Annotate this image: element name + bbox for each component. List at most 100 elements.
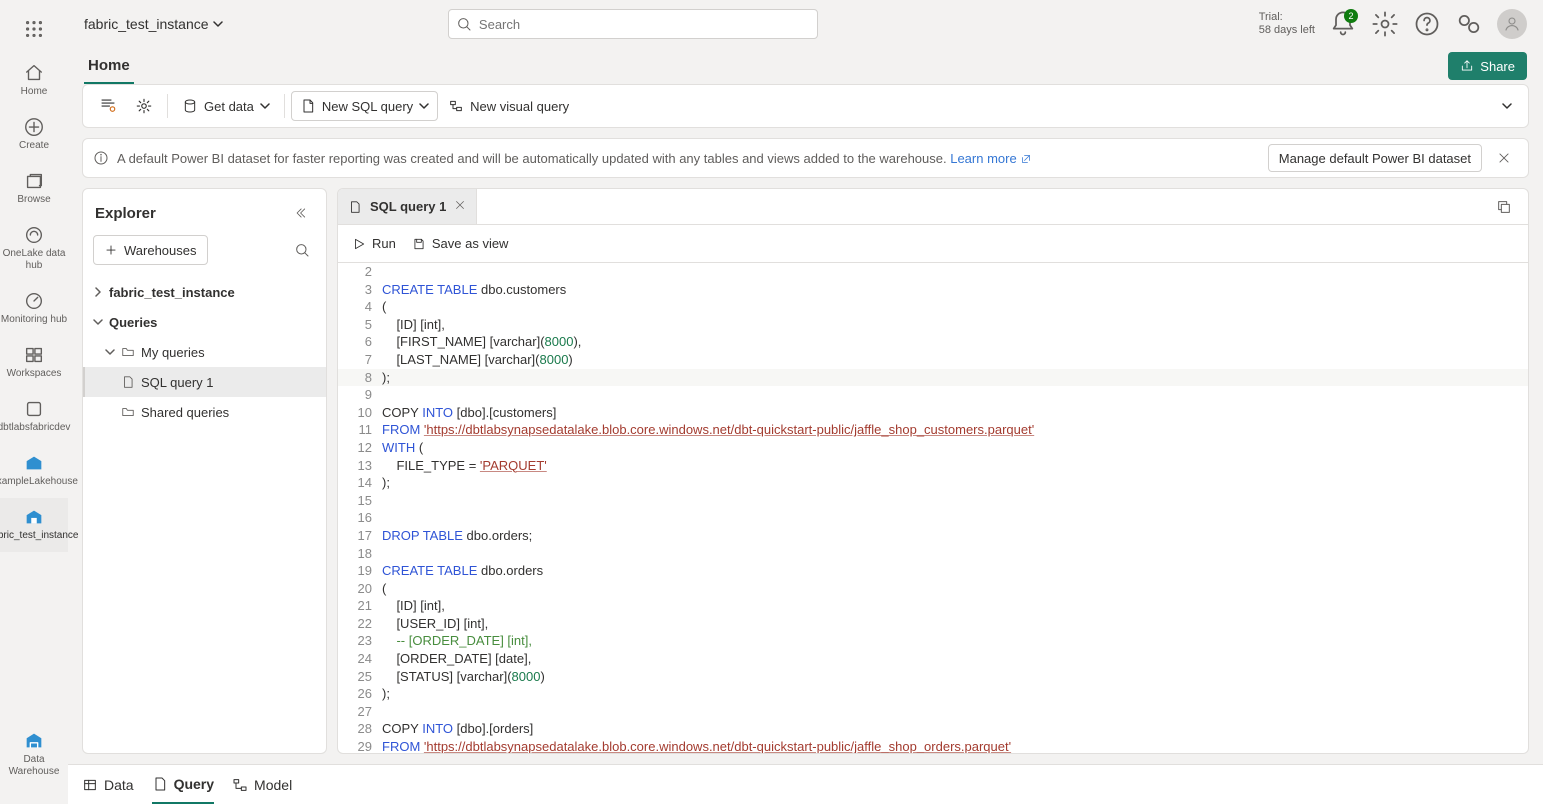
search-icon: [294, 242, 310, 258]
save-icon: [412, 237, 426, 251]
app-launcher-icon[interactable]: [0, 14, 68, 54]
breadcrumb[interactable]: fabric_test_instance: [84, 16, 223, 32]
code-line: 16: [338, 509, 1528, 527]
footer-tab-query[interactable]: Query: [152, 765, 214, 804]
footer-tab-model[interactable]: Model: [232, 765, 292, 804]
rail-item-home[interactable]: Home: [0, 54, 68, 108]
editor-tabs: SQL query 1: [338, 189, 1528, 225]
collapse-explorer-button[interactable]: [286, 199, 314, 227]
query-icon: [152, 776, 168, 792]
copy-button[interactable]: [1490, 193, 1518, 221]
footer-tab-data[interactable]: Data: [82, 765, 134, 804]
code-line: 2: [338, 263, 1528, 281]
settings-button[interactable]: [1371, 10, 1399, 38]
code-line: 12WITH (: [338, 439, 1528, 457]
toolbar-refresh[interactable]: [91, 90, 125, 122]
sql-file-icon: [300, 98, 316, 114]
tree-node-shared-queries[interactable]: Shared queries: [83, 397, 326, 427]
notifications-button[interactable]: 2: [1329, 10, 1357, 38]
rail-item-onelake-data-hub[interactable]: OneLake data hub: [0, 216, 68, 282]
rail-data-warehouse[interactable]: Data Warehouse: [0, 722, 68, 788]
play-icon: [352, 237, 366, 251]
explorer-title: Explorer: [95, 205, 156, 222]
home-icon: [23, 62, 45, 84]
visual-query-icon: [448, 98, 464, 114]
code-line: 27: [338, 703, 1528, 721]
manage-dataset-button[interactable]: Manage default Power BI dataset: [1268, 144, 1482, 172]
toolbar: Get data New SQL query New visual query: [82, 84, 1529, 128]
rail-item-create[interactable]: Create: [0, 108, 68, 162]
account-avatar[interactable]: [1497, 9, 1527, 39]
code-line: 13 FILE_TYPE = 'PARQUET': [338, 457, 1528, 475]
info-text: A default Power BI dataset for faster re…: [117, 151, 1032, 166]
rail-item-workspaces[interactable]: Workspaces: [0, 336, 68, 390]
run-button[interactable]: Run: [352, 236, 396, 251]
feedback-button[interactable]: [1455, 10, 1483, 38]
rail-item-browse[interactable]: Browse: [0, 162, 68, 216]
code-editor[interactable]: 2 3CREATE TABLE dbo.customers4(5 [ID] [i…: [338, 263, 1528, 753]
search-icon: [456, 16, 472, 32]
database-icon: [182, 98, 198, 114]
code-line: 5 [ID] [int],: [338, 316, 1528, 334]
search-box: [448, 9, 818, 39]
layers-icon: [23, 170, 45, 192]
code-line: 25 [STATUS] [varchar](8000): [338, 668, 1528, 686]
info-bar: A default Power BI dataset for faster re…: [82, 138, 1529, 178]
rail-item-dbtlabsfabricdev[interactable]: dbtlabsfabricdev: [0, 390, 68, 444]
code-line: 9: [338, 386, 1528, 404]
help-icon: [1413, 10, 1441, 38]
save-as-view-button[interactable]: Save as view: [412, 236, 509, 251]
close-info-button[interactable]: [1490, 144, 1518, 172]
plus-icon: [104, 243, 118, 257]
code-line: 3CREATE TABLE dbo.customers: [338, 281, 1528, 299]
rail-item-examplelakehouse[interactable]: ExampleLakehouse: [0, 444, 68, 498]
code-line: 21 [ID] [int],: [338, 597, 1528, 615]
data-warehouse-icon: [23, 730, 45, 752]
code-line: 10COPY INTO [dbo].[customers]: [338, 404, 1528, 422]
work-area: Explorer Warehouses fabric_test_instance: [82, 188, 1529, 754]
code-line: 29FROM 'https://dbtlabsynapsedatalake.bl…: [338, 738, 1528, 753]
code-line: 22 [USER_ID] [int],: [338, 615, 1528, 633]
code-line: 8);: [338, 369, 1528, 387]
new-sql-query-button[interactable]: New SQL query: [291, 91, 438, 121]
chevron-down-icon: [1502, 101, 1512, 111]
gear-icon: [135, 97, 153, 115]
tree-node-my-queries[interactable]: My queries: [83, 337, 326, 367]
rail-item-monitoring-hub[interactable]: Monitoring hub: [0, 282, 68, 336]
help-button[interactable]: [1413, 10, 1441, 38]
feedback-icon: [1455, 10, 1483, 38]
caret-right-icon: [93, 287, 103, 297]
rail-item-fabric-test-instance[interactable]: fabric_test_instance: [0, 498, 68, 552]
toolbar-settings[interactable]: [127, 90, 161, 122]
info-icon: [93, 150, 109, 166]
explorer-panel: Explorer Warehouses fabric_test_instance: [82, 188, 327, 754]
monitor-icon: [23, 290, 45, 312]
plus-circle-icon: [23, 116, 45, 138]
notification-badge: 2: [1344, 9, 1358, 23]
close-tab-button[interactable]: [454, 199, 466, 214]
refresh-icon: [99, 97, 117, 115]
person-icon: [1503, 15, 1521, 33]
main-area: fabric_test_instance Trial: 58 days left…: [68, 0, 1543, 804]
learn-more-link[interactable]: Learn more: [950, 151, 1032, 166]
chevron-left-icon: [293, 206, 307, 220]
warehouses-button[interactable]: Warehouses: [93, 235, 208, 265]
close-icon: [1497, 151, 1511, 165]
editor-tab-sql-query-1[interactable]: SQL query 1: [338, 189, 477, 224]
sql-file-icon: [348, 200, 362, 214]
gear-icon: [1371, 10, 1399, 38]
toolbar-more[interactable]: [1494, 90, 1520, 122]
code-line: 14);: [338, 474, 1528, 492]
get-data-button[interactable]: Get data: [174, 90, 278, 122]
share-button[interactable]: Share: [1448, 52, 1527, 80]
tab-home[interactable]: Home: [84, 48, 134, 84]
new-visual-query-button[interactable]: New visual query: [440, 90, 577, 122]
rail-label: Data Warehouse: [0, 754, 68, 778]
search-input[interactable]: [448, 9, 818, 39]
footer-tabs: Data Query Model: [68, 764, 1543, 804]
explorer-search-button[interactable]: [288, 236, 316, 264]
tree-node-sql-query-1[interactable]: SQL query 1: [83, 367, 326, 397]
warehouse-icon: [23, 506, 45, 528]
tree-node-instance[interactable]: fabric_test_instance: [83, 277, 326, 307]
tree-node-queries[interactable]: Queries: [83, 307, 326, 337]
